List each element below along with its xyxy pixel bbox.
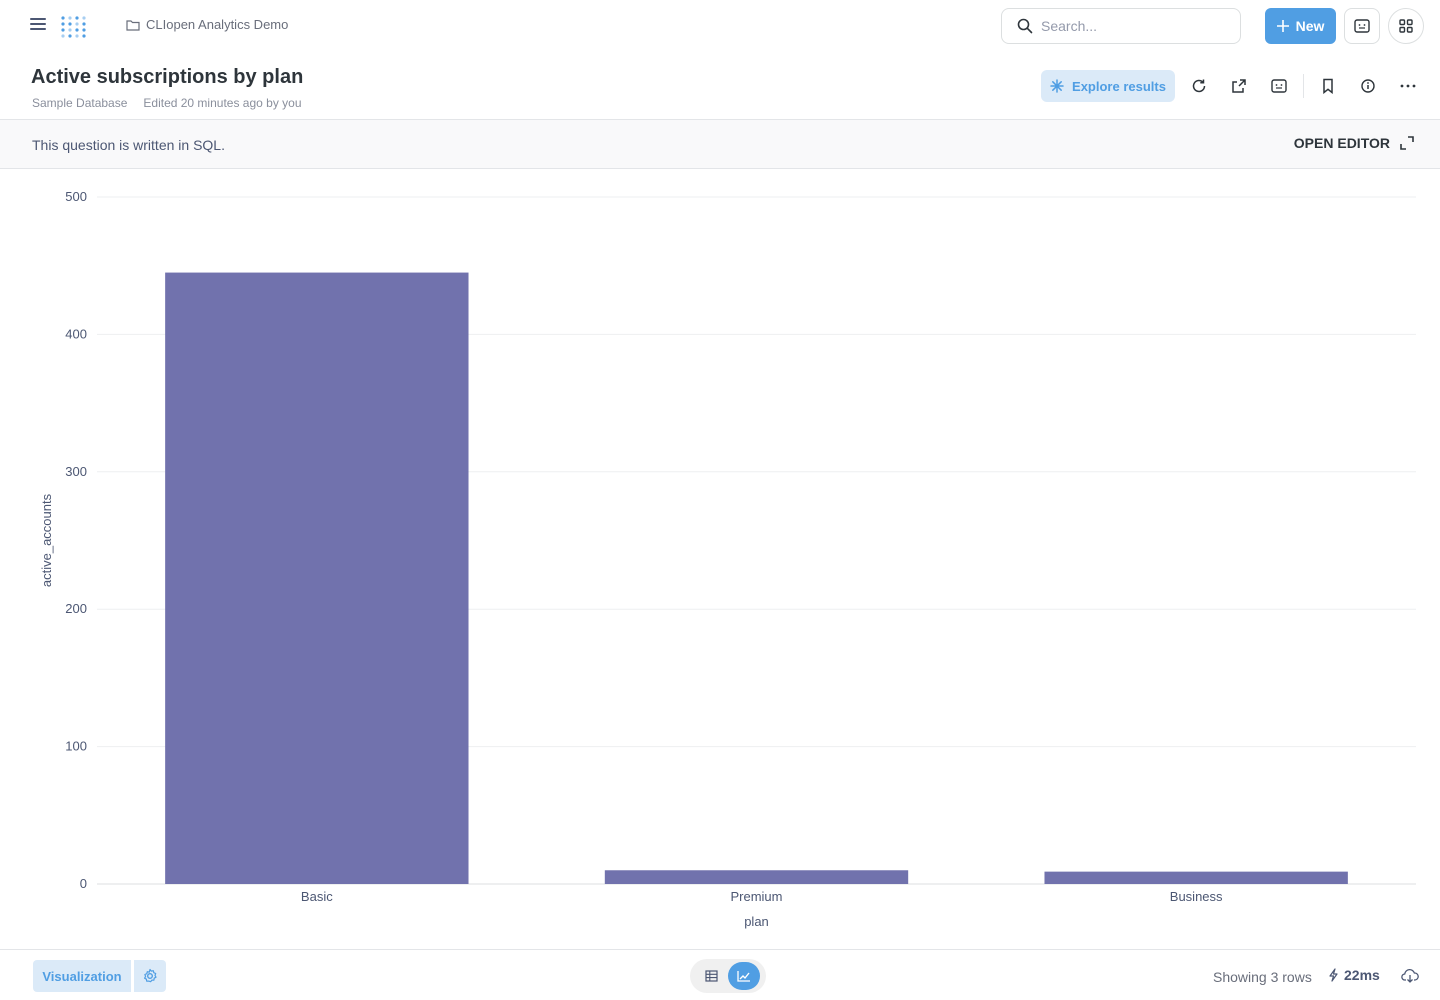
page-title[interactable]: Active subscriptions by plan [31,66,303,89]
y-tick-label: 100 [65,739,87,754]
y-tick-label: 300 [65,464,87,479]
search-icon [1017,18,1033,34]
header-divider [1303,74,1304,98]
sql-notice-text: This question is written in SQL. [32,137,225,153]
new-button[interactable]: New [1265,8,1336,44]
apps-button[interactable] [1388,8,1424,44]
bar-chart: 0 100 200 300 400 500 Basic Premium Business plan… [39,189,1416,929]
database-name[interactable]: Sample Database [32,96,127,110]
top-navigation-bar: CLIopen Analytics Demo New [0,0,1440,52]
metabot-button[interactable] [1344,8,1380,44]
gear-icon [144,968,157,983]
timing-value: 22ms [1344,967,1380,983]
visualization-settings-button[interactable] [134,960,166,992]
visualization-button[interactable]: Visualization [33,960,131,992]
bar[interactable] [604,870,909,884]
chart-view-toggle[interactable] [728,962,760,990]
y-tick-label: 500 [65,189,87,204]
x-tick-label: Premium [730,889,782,904]
grid-icon [1399,19,1413,33]
download-icon[interactable] [1401,967,1419,985]
collection-name: CLIopen Analytics Demo [146,17,289,32]
chart-area: 0 100 200 300 400 500 Basic Premium Business plan… [0,170,1440,946]
visualization-label: Visualization [42,968,122,984]
x-tick-label: Business [1170,889,1223,904]
explore-results-label: Explore results [1072,78,1166,94]
table-icon [704,970,718,982]
view-toggle [690,959,766,993]
metabot-icon [1354,19,1370,33]
line-chart-icon [737,971,750,982]
expand-icon [1400,136,1414,150]
query-timing: 22ms [1328,967,1380,983]
open-editor-label: OPEN EDITOR [1293,135,1390,151]
sql-notice-bar: This question is written in SQL. OPEN ED… [0,119,1440,169]
search-box[interactable] [1001,8,1241,44]
footer-bar: Visualization Showing 3 rows 22ms [0,949,1440,1000]
open-editor-button[interactable]: OPEN EDITOR [1294,135,1414,151]
plus-icon [1276,20,1289,32]
collection-breadcrumb[interactable]: CLIopen Analytics Demo [126,17,288,32]
new-button-label: New [1295,18,1325,34]
lightning-icon [1329,968,1338,982]
y-tick-label: 200 [65,601,87,616]
y-axis-title: active_accounts [39,493,54,587]
row-count[interactable]: Showing 3 rows [1213,969,1312,985]
question-meta: Sample Database Edited 20 minutes ago by… [32,96,302,110]
logo-icon[interactable] [58,10,92,42]
share-icon[interactable] [1229,76,1249,96]
edited-info[interactable]: Edited 20 minutes ago by you [143,96,301,110]
bookmark-icon[interactable] [1318,76,1338,96]
folder-icon [126,19,140,31]
more-options-icon[interactable] [1398,76,1418,96]
bar[interactable] [165,272,469,884]
x-axis-title: plan [744,914,769,929]
sparkle-icon [1050,79,1064,93]
table-view-toggle[interactable] [695,962,727,990]
search-input[interactable] [1041,18,1221,34]
bar[interactable] [1044,871,1348,884]
refresh-icon[interactable] [1189,76,1209,96]
y-tick-label: 400 [65,326,87,341]
y-tick-label: 0 [80,876,87,891]
x-tick-label: Basic [301,889,333,904]
menu-icon[interactable] [30,18,46,32]
explore-results-button[interactable]: Explore results [1041,70,1175,102]
info-icon[interactable] [1358,76,1378,96]
metabot-icon[interactable] [1269,76,1289,96]
